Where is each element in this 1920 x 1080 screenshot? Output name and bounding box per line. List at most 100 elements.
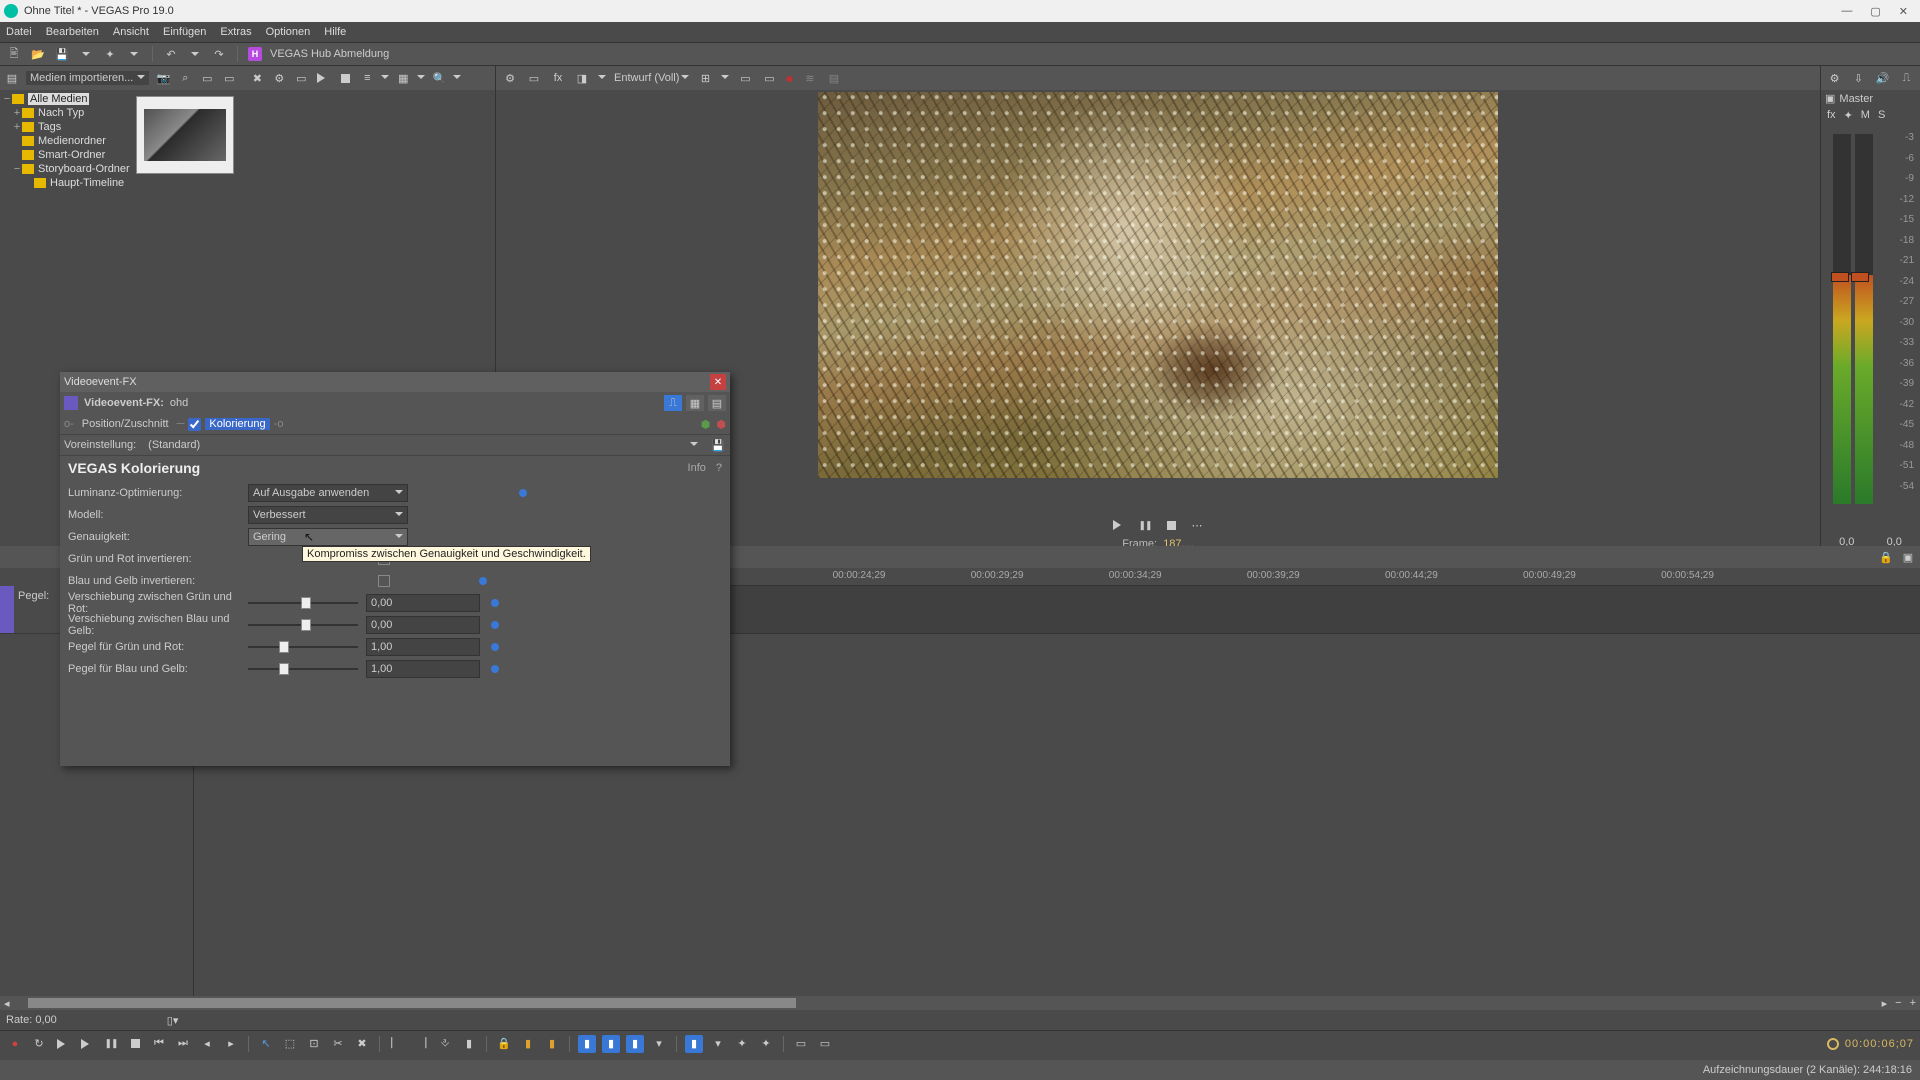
- fx-node-colorize[interactable]: Kolorierung: [205, 418, 269, 430]
- search-icon[interactable]: 🔍: [431, 70, 447, 86]
- keyframe-icon[interactable]: [488, 640, 502, 654]
- fx-keyframe-toggle[interactable]: ⎍: [664, 395, 682, 411]
- master-fx-button[interactable]: fx: [1827, 109, 1836, 122]
- fx-help-link[interactable]: ?: [716, 462, 722, 474]
- param-level-by-value[interactable]: 1,00: [366, 660, 480, 678]
- menu-help[interactable]: Hilfe: [324, 26, 346, 38]
- keyframe-icon[interactable]: [488, 596, 502, 610]
- event-fx-button[interactable]: ✦: [757, 1035, 775, 1053]
- trim-end-button[interactable]: ⎹: [412, 1035, 430, 1053]
- tree-item-smart-folder[interactable]: Smart-Ordner: [0, 148, 130, 162]
- quantize-button[interactable]: ▮: [543, 1035, 561, 1053]
- capture-icon[interactable]: 📷: [155, 70, 171, 86]
- preview-fx-icon[interactable]: fx: [550, 70, 566, 86]
- param-shift-gr-value[interactable]: 0,00: [366, 594, 480, 612]
- preview-settings-icon[interactable]: ⚙: [502, 70, 518, 86]
- param-shift-by-value[interactable]: 0,00: [366, 616, 480, 634]
- scroll-right-icon[interactable]: ▸: [1878, 997, 1892, 1010]
- gear-icon[interactable]: ⚙: [1827, 70, 1843, 86]
- save-icon[interactable]: 💾: [54, 46, 70, 62]
- view-list-icon[interactable]: ≡: [359, 70, 375, 86]
- fx-node-enable-checkbox[interactable]: [188, 418, 201, 431]
- master-mute-button[interactable]: M: [1861, 109, 1870, 122]
- mode-button[interactable]: ▾: [650, 1035, 668, 1053]
- save-dropdown-icon[interactable]: [78, 46, 94, 62]
- undo-dropdown-icon[interactable]: [187, 46, 203, 62]
- fx-node-position[interactable]: Position/Zuschnitt: [78, 418, 173, 430]
- param-level-gr-value[interactable]: 1,00: [366, 638, 480, 656]
- menu-edit[interactable]: Bearbeiten: [46, 26, 99, 38]
- chevron-down-icon[interactable]: [721, 72, 729, 84]
- zoom-in-icon[interactable]: +: [1906, 997, 1920, 1009]
- marker-button[interactable]: ▮: [460, 1035, 478, 1053]
- scan-icon[interactable]: ⌕: [177, 70, 193, 86]
- trim-start-button[interactable]: ⎸: [388, 1035, 406, 1053]
- chevron-down-icon[interactable]: [381, 72, 389, 84]
- downmix-icon[interactable]: ⇩: [1851, 70, 1867, 86]
- dim-icon[interactable]: 🔊: [1875, 70, 1891, 86]
- play-from-start-button[interactable]: [78, 1035, 96, 1053]
- param-level-by-slider[interactable]: [248, 662, 358, 676]
- next-frame-button[interactable]: ▸: [222, 1035, 240, 1053]
- chevron-down-icon[interactable]: [417, 72, 425, 84]
- param-shift-by-slider[interactable]: [248, 618, 358, 632]
- preview-output-icon[interactable]: ▭: [526, 70, 542, 86]
- media-thumbnail[interactable]: [136, 96, 234, 174]
- scrollbar-thumb[interactable]: [28, 998, 796, 1008]
- fx-close-button[interactable]: ✕: [710, 374, 726, 390]
- envelope-tool[interactable]: ✂: [329, 1035, 347, 1053]
- keyframe-icon[interactable]: [488, 618, 502, 632]
- tree-item-main-timeline[interactable]: Haupt-Timeline: [0, 176, 130, 190]
- stop-button[interactable]: [126, 1035, 144, 1053]
- minimize-icon[interactable]: —: [1841, 5, 1852, 18]
- timecode-display[interactable]: 00:00:06;07: [1827, 1038, 1914, 1050]
- master-insert-button[interactable]: ✦: [1844, 109, 1853, 122]
- normal-edit-tool[interactable]: ↖: [257, 1035, 275, 1053]
- menu-options[interactable]: Optionen: [266, 26, 311, 38]
- vegas-hub-icon[interactable]: H: [248, 47, 262, 61]
- chevron-down-icon[interactable]: [598, 72, 606, 84]
- loop-button[interactable]: ↻: [30, 1035, 48, 1053]
- pause-button[interactable]: [102, 1035, 120, 1053]
- preview-play-icon[interactable]: [315, 70, 331, 86]
- param-accuracy-dropdown[interactable]: Gering: [248, 528, 408, 546]
- tree-item-all-media[interactable]: −Alle Medien: [0, 92, 130, 106]
- snapshot-icon[interactable]: ▭: [737, 70, 753, 86]
- tree-item-storyboard[interactable]: −Storyboard-Ordner: [0, 162, 130, 176]
- lock-icon[interactable]: 🔒: [1878, 549, 1894, 565]
- properties-dropdown-icon[interactable]: [126, 46, 142, 62]
- media-menu-icon[interactable]: ▤: [4, 70, 20, 86]
- play-button[interactable]: [1111, 517, 1127, 533]
- tree-item-media-folder[interactable]: Medienordner: [0, 134, 130, 148]
- hub-logout-label[interactable]: VEGAS Hub Abmeldung: [270, 48, 389, 60]
- new-project-icon[interactable]: 🖹: [6, 46, 22, 62]
- auto-crossfade-button[interactable]: ▮: [602, 1035, 620, 1053]
- keyframe-icon[interactable]: [516, 486, 530, 500]
- overlays-icon[interactable]: ⊞: [697, 70, 713, 86]
- tree-item-by-type[interactable]: +Nach Typ: [0, 106, 130, 120]
- tag-icon[interactable]: ▭: [221, 70, 237, 86]
- selection-tool[interactable]: ⬚: [281, 1035, 299, 1053]
- menu-insert[interactable]: Einfügen: [163, 26, 206, 38]
- ripple-mode-button[interactable]: ▮: [685, 1035, 703, 1053]
- master-expand-icon[interactable]: ▣: [1825, 92, 1835, 105]
- lock-button[interactable]: 🔒: [495, 1035, 513, 1053]
- more-icon[interactable]: ⋯: [1189, 517, 1205, 533]
- menu-file[interactable]: Datei: [6, 26, 32, 38]
- properties-icon[interactable]: ✦: [102, 46, 118, 62]
- record-button[interactable]: ●: [6, 1035, 24, 1053]
- ripple-dropdown[interactable]: ▾: [709, 1035, 727, 1053]
- prev-frame-button[interactable]: ◂: [198, 1035, 216, 1053]
- maximize-icon[interactable]: ▢: [1870, 5, 1880, 18]
- stop-button[interactable]: [1163, 517, 1179, 533]
- rate-slider-icon[interactable]: ▯▾: [167, 1014, 179, 1027]
- fx-bypass-toggle[interactable]: ▦: [686, 395, 704, 411]
- keyframe-icon[interactable]: [488, 662, 502, 676]
- go-start-button[interactable]: ⏮: [150, 1035, 168, 1053]
- fx-remove-icon[interactable]: ⬢: [716, 418, 726, 431]
- keyframe-icon[interactable]: [476, 574, 490, 588]
- maximize-track-icon[interactable]: ▣: [1900, 549, 1916, 565]
- menu-view[interactable]: Ansicht: [113, 26, 149, 38]
- save-preset-icon[interactable]: 💾: [710, 437, 726, 453]
- render-button[interactable]: ▭: [792, 1035, 810, 1053]
